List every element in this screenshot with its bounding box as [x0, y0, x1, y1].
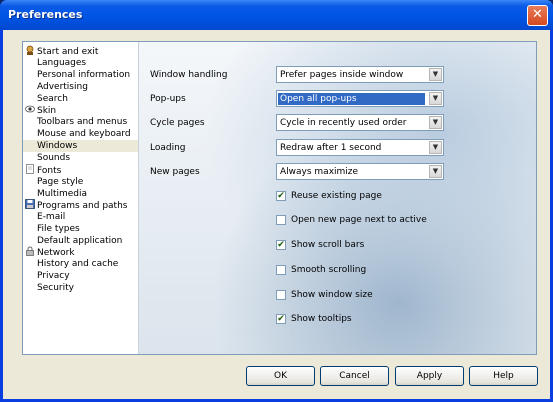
show-window-size-label: Show window size — [291, 290, 373, 300]
new-pages-label: New pages — [150, 167, 200, 177]
dialog-body: Start and exit Languages Personal inform… — [3, 30, 550, 399]
tree-item-privacy[interactable]: Privacy — [37, 270, 70, 282]
tree-item-file-types[interactable]: File types — [37, 223, 80, 235]
tree-item-sounds[interactable]: Sounds — [37, 152, 70, 164]
chevron-down-icon[interactable]: ▼ — [429, 68, 442, 81]
tree-item-label: Fonts — [37, 166, 62, 176]
popups-select[interactable]: Open all pop-ups ▼ — [276, 90, 444, 107]
tree-item-label: Sounds — [37, 153, 71, 163]
tree-item-languages[interactable]: Languages — [37, 57, 86, 69]
tree-item-label: Multimedia — [37, 189, 88, 199]
tree-item-windows[interactable]: Windows — [23, 140, 138, 152]
tree-item-label: E-mail — [37, 212, 66, 222]
window-handling-label: Window handling — [150, 70, 228, 80]
tree-item-label: History and cache — [37, 259, 119, 269]
chevron-down-icon[interactable]: ▼ — [429, 141, 442, 154]
tree-item-mouse-and-keyboard[interactable]: Mouse and keyboard — [37, 128, 131, 140]
open-new-page-next-to-active-label: Open new page next to active — [291, 215, 427, 225]
popups-label: Pop-ups — [150, 94, 186, 104]
reuse-existing-page-checkbox[interactable]: ✔ — [276, 191, 286, 201]
tree-item-label: Programs and paths — [37, 201, 128, 211]
window-handling-value: Prefer pages inside window — [280, 70, 404, 80]
tree-item-programs-and-paths[interactable]: Programs and paths — [25, 199, 127, 211]
preferences-panel: Start and exit Languages Personal inform… — [22, 41, 537, 355]
tree-item-label: Languages — [37, 58, 87, 68]
show-tooltips-label: Show tooltips — [291, 314, 352, 324]
apply-button[interactable]: Apply — [395, 366, 464, 386]
popups-value: Open all pop-ups — [278, 93, 425, 105]
tree-item-label: Network — [37, 248, 75, 258]
category-tree: Start and exit Languages Personal inform… — [23, 42, 139, 354]
tree-item-label: File types — [37, 224, 80, 234]
cycle-pages-select[interactable]: Cycle in recently used order ▼ — [276, 114, 444, 131]
window-handling-select[interactable]: Prefer pages inside window ▼ — [276, 66, 444, 83]
tree-item-toolbars-and-menus[interactable]: Toolbars and menus — [37, 116, 127, 128]
loading-label: Loading — [150, 143, 186, 153]
title-bar[interactable]: Preferences ✕ — [0, 0, 553, 30]
show-scroll-bars-label: Show scroll bars — [291, 240, 365, 250]
tree-item-label: Skin — [37, 106, 57, 116]
chevron-down-icon[interactable]: ▼ — [429, 165, 442, 178]
help-button[interactable]: Help — [469, 366, 538, 386]
show-scroll-bars-checkbox[interactable]: ✔ — [276, 240, 286, 250]
tree-item-label: Security — [37, 283, 74, 293]
tree-item-page-style[interactable]: Page style — [37, 176, 83, 188]
smooth-scrolling-checkbox[interactable] — [276, 265, 286, 275]
reuse-existing-page-label: Reuse existing page — [291, 191, 382, 201]
tree-item-label: Privacy — [37, 271, 70, 281]
open-new-page-next-to-active-checkbox[interactable] — [276, 215, 286, 225]
tree-item-advertising[interactable]: Advertising — [37, 81, 88, 93]
new-pages-select[interactable]: Always maximize ▼ — [276, 163, 444, 180]
preferences-window: Preferences ✕ Start and exit Languages P… — [0, 0, 553, 402]
cancel-button[interactable]: Cancel — [320, 366, 389, 386]
ok-button[interactable]: OK — [246, 366, 315, 386]
tree-item-fonts[interactable]: Fonts — [25, 164, 61, 176]
tree-item-start-and-exit[interactable]: Start and exit — [25, 45, 98, 57]
close-button[interactable]: ✕ — [527, 5, 548, 26]
tree-item-label: Page style — [37, 177, 84, 187]
tree-item-label: Personal information — [37, 70, 131, 80]
tree-item-network[interactable]: Network — [25, 246, 75, 258]
chevron-down-icon[interactable]: ▼ — [429, 116, 442, 129]
tree-item-e-mail[interactable]: E-mail — [37, 211, 65, 223]
tree-item-label: Windows — [37, 141, 78, 151]
lock-icon — [25, 246, 35, 256]
page-icon — [25, 164, 35, 174]
cycle-pages-label: Cycle pages — [150, 118, 205, 128]
tree-item-personal-information[interactable]: Personal information — [37, 69, 130, 81]
loading-select[interactable]: Redraw after 1 second ▼ — [276, 139, 444, 156]
tree-item-label: Search — [37, 94, 68, 104]
tree-item-label: Mouse and keyboard — [37, 129, 131, 139]
show-window-size-checkbox[interactable] — [276, 290, 286, 300]
tree-item-label: Start and exit — [37, 47, 99, 57]
chevron-down-icon[interactable]: ▼ — [429, 92, 442, 105]
tree-item-history-and-cache[interactable]: History and cache — [37, 258, 118, 270]
cycle-pages-value: Cycle in recently used order — [280, 118, 407, 128]
start-exit-icon — [25, 45, 35, 55]
floppy-icon — [25, 199, 35, 209]
close-icon: ✕ — [532, 7, 543, 22]
tree-item-skin[interactable]: Skin — [25, 104, 56, 116]
tree-item-label: Advertising — [37, 82, 88, 92]
loading-value: Redraw after 1 second — [280, 143, 382, 153]
show-tooltips-checkbox[interactable]: ✔ — [276, 314, 286, 324]
tree-item-security[interactable]: Security — [37, 282, 74, 294]
new-pages-value: Always maximize — [280, 167, 359, 177]
tree-item-label: Toolbars and menus — [37, 117, 128, 127]
eye-icon — [25, 104, 35, 114]
smooth-scrolling-label: Smooth scrolling — [291, 265, 367, 275]
window-title: Preferences — [8, 8, 83, 21]
tree-item-label: Default application — [37, 236, 123, 246]
